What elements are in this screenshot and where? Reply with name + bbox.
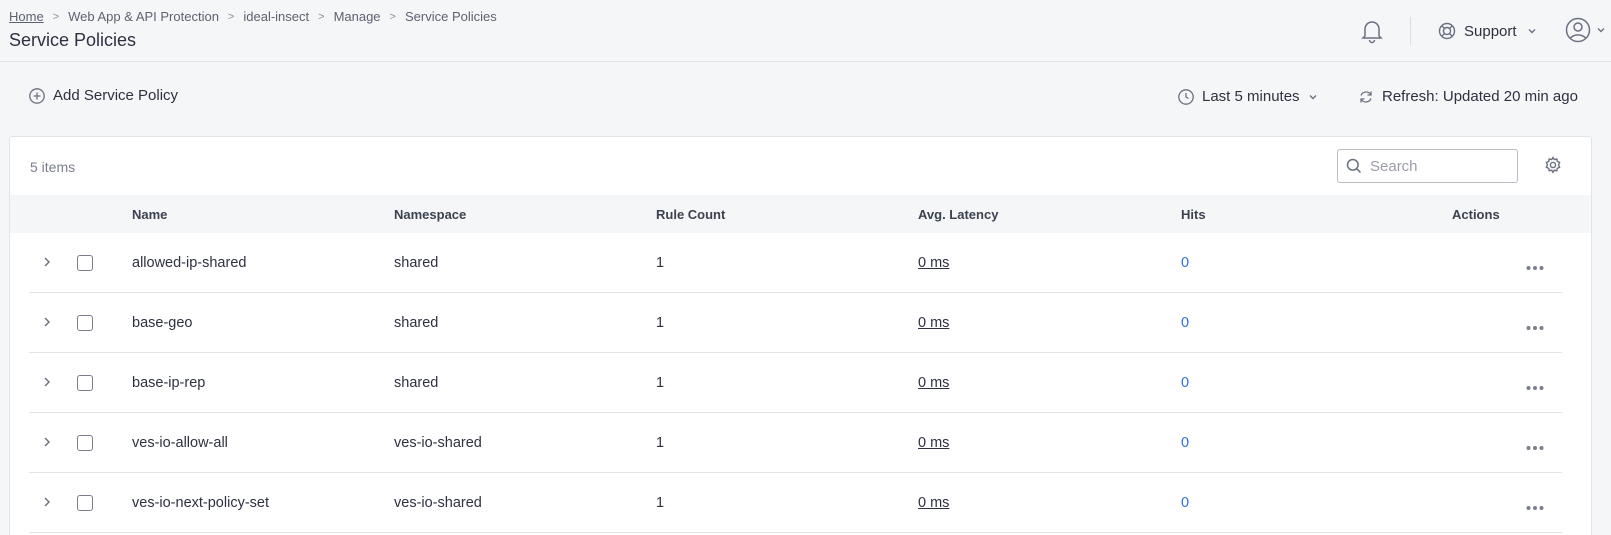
search-input[interactable] — [1370, 157, 1510, 175]
policy-hits[interactable]: 0 — [1181, 435, 1189, 451]
user-circle-icon — [1565, 17, 1591, 43]
breadcrumb-home[interactable]: Home — [9, 9, 44, 24]
policy-hits[interactable]: 0 — [1181, 375, 1189, 391]
policy-avg-latency[interactable]: 0 ms — [918, 315, 949, 331]
clock-icon — [1178, 88, 1194, 105]
add-service-policy-button[interactable]: Add Service Policy — [29, 87, 178, 104]
chevron-right-icon[interactable] — [42, 255, 52, 273]
lifebuoy-icon — [1438, 22, 1456, 40]
policy-rule-count: 1 — [656, 255, 665, 271]
breadcrumb-separator-icon: > — [52, 10, 60, 23]
policy-avg-latency[interactable]: 0 ms — [918, 435, 949, 451]
more-horizontal-icon[interactable] — [1526, 439, 1544, 455]
policy-rule-count: 1 — [656, 435, 665, 451]
table-row[interactable]: base-ip-rep shared 1 0 ms 0 — [29, 353, 1562, 413]
page-header: Home > Web App & API Protection > ideal-… — [0, 0, 1611, 62]
refresh-icon — [1360, 90, 1372, 103]
policy-hits[interactable]: 0 — [1181, 495, 1189, 511]
time-range-selector[interactable]: Last 5 minutes — [1178, 88, 1318, 105]
support-menu[interactable]: Support — [1438, 19, 1545, 43]
row-checkbox[interactable] — [77, 315, 93, 331]
row-checkbox[interactable] — [77, 375, 93, 391]
support-label: Support — [1464, 22, 1517, 40]
policy-avg-latency[interactable]: 0 ms — [918, 495, 949, 511]
policy-namespace: ves-io-shared — [394, 495, 482, 511]
more-horizontal-icon[interactable] — [1526, 379, 1544, 395]
policy-rule-count: 1 — [656, 315, 665, 331]
policy-avg-latency[interactable]: 0 ms — [918, 375, 949, 391]
search-box[interactable] — [1337, 149, 1518, 183]
breadcrumb: Home > Web App & API Protection > ideal-… — [9, 9, 497, 24]
breadcrumb-separator-icon: > — [318, 10, 325, 23]
breadcrumb-namespace[interactable]: ideal-insect — [243, 9, 309, 24]
policy-hits[interactable]: 0 — [1181, 315, 1189, 331]
table-header: Name Namespace Rule Count Avg. Latency H… — [10, 195, 1591, 233]
item-count: 5 items — [30, 159, 76, 175]
table-row[interactable]: ves-io-allow-all ves-io-shared 1 0 ms 0 — [29, 413, 1562, 473]
table-row[interactable]: base-geo shared 1 0 ms 0 — [29, 293, 1562, 353]
more-horizontal-icon[interactable] — [1526, 499, 1544, 515]
plus-circle-icon — [29, 87, 45, 104]
breadcrumb-current: Service Policies — [404, 9, 497, 24]
column-header-name[interactable]: Name — [132, 207, 167, 222]
policy-namespace: shared — [394, 315, 439, 331]
add-service-policy-label: Add Service Policy — [53, 87, 179, 104]
user-menu[interactable] — [1565, 17, 1609, 43]
policy-name[interactable]: ves-io-next-policy-set — [132, 495, 269, 511]
refresh-label: Refresh: Updated 20 min ago — [1382, 88, 1578, 105]
chevron-down-icon — [1597, 28, 1605, 33]
refresh-button[interactable]: Refresh: Updated 20 min ago — [1358, 88, 1578, 105]
page-title: Service Policies — [9, 30, 137, 50]
policy-name[interactable]: base-ip-rep — [132, 375, 205, 391]
chevron-right-icon[interactable] — [42, 375, 52, 393]
policy-rule-count: 1 — [656, 375, 665, 391]
column-header-rule-count[interactable]: Rule Count — [656, 207, 725, 222]
policy-name[interactable]: base-geo — [132, 315, 192, 331]
bell-icon[interactable] — [1360, 18, 1384, 44]
column-header-avg-latency[interactable]: Avg. Latency — [918, 207, 998, 222]
chevron-right-icon[interactable] — [42, 315, 52, 333]
more-horizontal-icon[interactable] — [1526, 259, 1544, 275]
gear-icon[interactable] — [1544, 156, 1562, 179]
column-header-actions: Actions — [1452, 207, 1500, 222]
search-icon — [1346, 158, 1362, 174]
table-row[interactable]: ves-io-next-policy-set ves-io-shared 1 0… — [29, 473, 1562, 533]
policy-namespace: shared — [394, 375, 439, 391]
time-range-label: Last 5 minutes — [1202, 88, 1300, 105]
policy-name[interactable]: allowed-ip-shared — [132, 255, 246, 271]
row-checkbox[interactable] — [77, 495, 93, 511]
row-checkbox[interactable] — [77, 435, 93, 451]
chevron-down-icon — [1528, 29, 1536, 34]
row-checkbox[interactable] — [77, 255, 93, 271]
chevron-right-icon[interactable] — [42, 435, 52, 453]
column-header-hits[interactable]: Hits — [1181, 207, 1206, 222]
policy-namespace: ves-io-shared — [394, 435, 482, 451]
table-row[interactable]: allowed-ip-shared shared 1 0 ms 0 — [29, 233, 1562, 293]
more-horizontal-icon[interactable] — [1526, 319, 1544, 335]
chevron-right-icon[interactable] — [42, 495, 52, 513]
breadcrumb-separator-icon: > — [389, 10, 396, 23]
header-divider — [1410, 17, 1411, 45]
policy-hits[interactable]: 0 — [1181, 255, 1189, 271]
breadcrumb-separator-icon: > — [227, 10, 235, 23]
chevron-down-icon — [1309, 94, 1317, 99]
policy-rule-count: 1 — [656, 495, 665, 511]
policy-namespace: shared — [394, 255, 439, 271]
policy-name[interactable]: ves-io-allow-all — [132, 435, 228, 451]
policies-table-card: 5 items Name Namespace Rule Count Avg. L… — [9, 136, 1592, 535]
column-header-namespace[interactable]: Namespace — [394, 207, 466, 222]
breadcrumb-manage[interactable]: Manage — [334, 9, 381, 24]
breadcrumb-waap[interactable]: Web App & API Protection — [68, 9, 219, 24]
policy-avg-latency[interactable]: 0 ms — [918, 255, 949, 271]
